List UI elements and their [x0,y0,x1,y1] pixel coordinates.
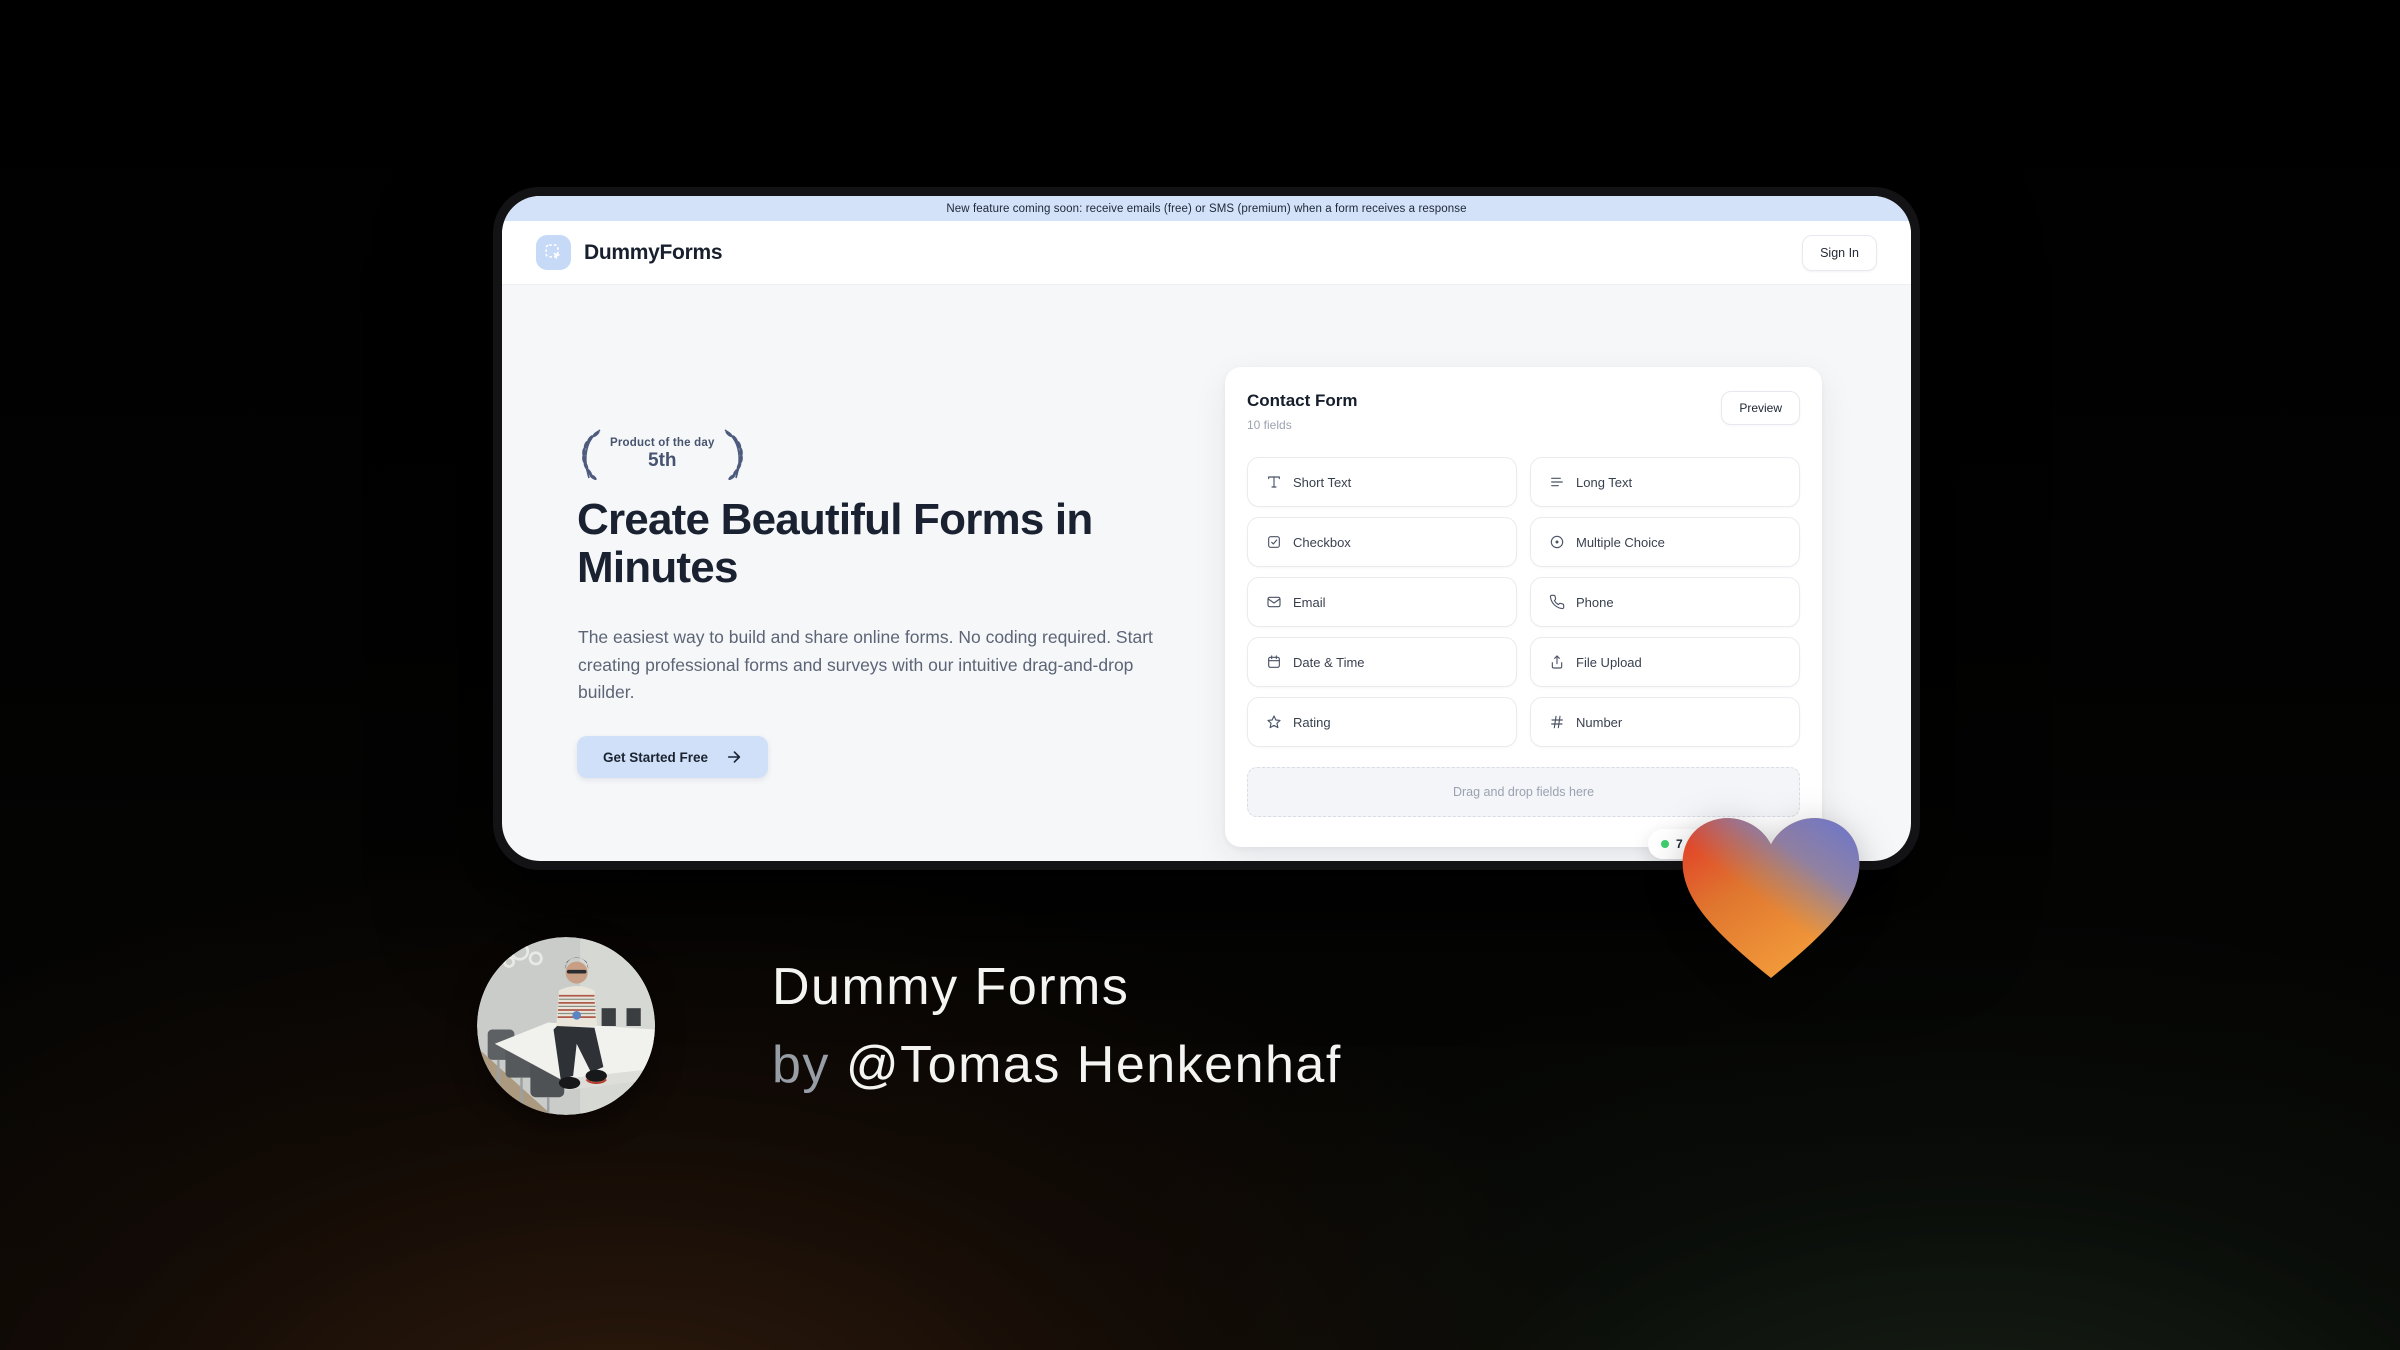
star-icon [1266,714,1282,730]
field-label: Long Text [1576,474,1633,490]
field-type-grid: Short Text Long Text Checkbox Multiple C… [1247,457,1800,747]
hero-title-line1: Create Beautiful Forms in [577,495,1093,544]
hash-icon [1549,714,1565,730]
preview-button[interactable]: Preview [1721,391,1800,425]
laurel-left-icon [582,429,601,480]
field-type-email[interactable]: Email [1247,577,1517,627]
green-status-dot-icon [1661,840,1669,848]
field-type-multiple-choice[interactable]: Multiple Choice [1530,517,1800,567]
form-field-count: 10 fields [1247,418,1292,432]
field-label: Phone [1576,594,1614,610]
field-type-phone[interactable]: Phone [1530,577,1800,627]
dummyforms-logo-icon [536,235,571,270]
field-label: Checkbox [1293,534,1351,550]
hero-description: The easiest way to build and share onlin… [578,627,1153,702]
gradient-heart-icon [1677,809,1865,989]
promo-background: New feature coming soon: receive emails … [0,0,2400,1350]
laurel-right-icon [724,429,743,480]
type-icon [1266,474,1282,490]
upload-icon [1549,654,1565,670]
announcement-banner: New feature coming soon: receive emails … [502,196,1911,221]
product-of-the-day-badge: Product of the day 5th [577,428,748,480]
award-title: Product of the day [610,436,715,449]
drag-drop-text: Drag and drop fields here [1452,785,1595,799]
form-builder-card: Contact Form 10 fields Preview Short Tex… [1225,367,1822,847]
outro-caption: Dummy Forms by @Tomas Henkenhaf [772,948,1342,1104]
outro-byline: by @Tomas Henkenhaf [772,1026,1342,1104]
outro-byline-prefix: by [772,1036,830,1094]
field-label: Multiple Choice [1576,534,1665,550]
field-label: Rating [1293,714,1331,730]
sign-in-button[interactable]: Sign In [1802,234,1877,271]
brand: DummyForms [536,235,723,270]
field-label: Number [1576,714,1623,730]
radio-icon [1549,534,1565,550]
field-type-file-upload[interactable]: File Upload [1530,637,1800,687]
site-header: DummyForms Sign In [502,221,1911,285]
hero-title-line2: Minutes [577,543,738,592]
browser-window: New feature coming soon: receive emails … [493,187,1920,870]
app-screen: New feature coming soon: receive emails … [502,196,1911,861]
field-type-rating[interactable]: Rating [1247,697,1517,747]
outro-title: Dummy Forms [772,958,1130,1016]
field-type-short-text[interactable]: Short Text [1247,457,1517,507]
field-type-long-text[interactable]: Long Text [1530,457,1800,507]
field-type-number[interactable]: Number [1530,697,1800,747]
field-label: File Upload [1576,654,1642,670]
arrow-right-icon [727,751,741,763]
get-started-label: Get Started Free [603,749,709,765]
brand-name: DummyForms [584,240,723,264]
award-rank: 5th [648,449,677,471]
field-label: Date & Time [1293,654,1365,670]
hero-title: Create Beautiful Forms in Minutes [577,496,1177,592]
get-started-button[interactable]: Get Started Free [577,736,769,778]
phone-icon [1549,594,1565,610]
outro-byline-handle: @Tomas Henkenhaf [845,1036,1342,1094]
author-avatar [477,937,655,1115]
calendar-icon [1266,654,1282,670]
align-left-icon [1549,474,1565,490]
field-label: Email [1293,594,1326,610]
mail-icon [1266,594,1282,610]
field-type-checkbox[interactable]: Checkbox [1247,517,1517,567]
field-type-date-time[interactable]: Date & Time [1247,637,1517,687]
form-title: Contact Form [1247,391,1358,410]
checkbox-icon [1266,534,1282,550]
card-header: Contact Form 10 fields Preview [1247,391,1800,441]
field-label: Short Text [1293,474,1352,490]
announcement-text: New feature coming soon: receive emails … [946,202,1467,215]
award-texts: Product of the day 5th [610,437,715,472]
